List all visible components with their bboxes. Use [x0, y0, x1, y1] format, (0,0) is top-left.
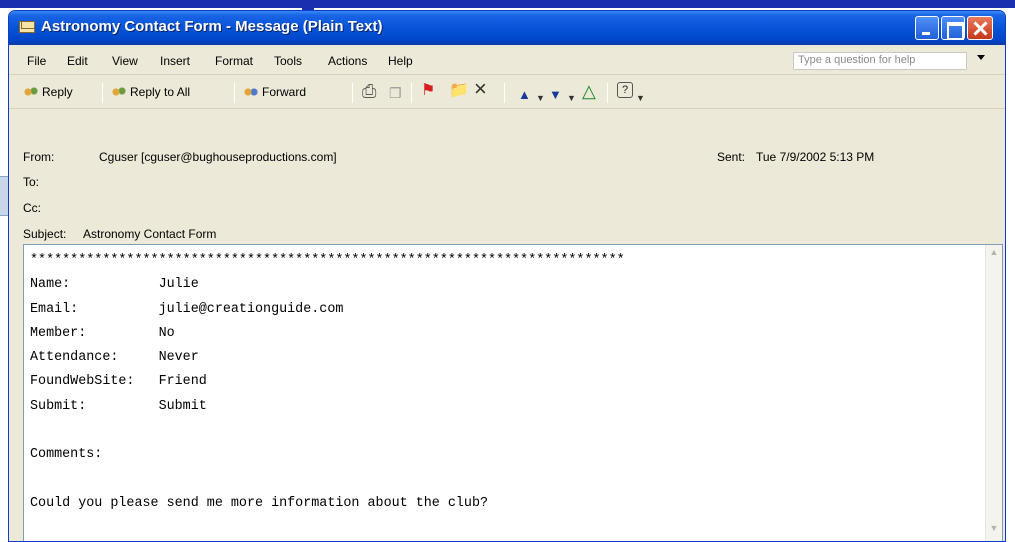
- reply-all-icon: [111, 85, 127, 99]
- ask-question-input[interactable]: Type a question for help: [793, 52, 967, 70]
- toolbar-separator: [352, 83, 353, 103]
- chevron-down-icon[interactable]: ▼: [536, 88, 545, 108]
- forward-button[interactable]: Forward: [243, 85, 306, 99]
- next-item-icon[interactable]: ▼: [549, 85, 562, 105]
- toolbar-separator: [607, 83, 608, 103]
- menu-view[interactable]: View: [112, 54, 138, 68]
- reply-button[interactable]: Reply: [23, 85, 73, 99]
- message-body-text: ****************************************…: [30, 253, 625, 511]
- message-body[interactable]: ****************************************…: [23, 244, 1003, 541]
- menu-tools[interactable]: Tools: [274, 54, 302, 68]
- chevron-down-icon[interactable]: [977, 55, 985, 60]
- chevron-down-icon[interactable]: ▼: [636, 88, 645, 108]
- background-bar: [0, 0, 1015, 8]
- scroll-up-icon[interactable]: ▲: [988, 247, 1000, 261]
- menu-actions[interactable]: Actions: [328, 54, 367, 68]
- previous-item-icon[interactable]: ▲: [518, 85, 531, 105]
- toolbar-separator: [411, 83, 412, 103]
- toolbar-separator: [234, 83, 235, 103]
- move-to-folder-icon[interactable]: 📁: [449, 81, 469, 101]
- flag-icon[interactable]: ⚑: [421, 81, 435, 101]
- reply-icon: [23, 85, 39, 99]
- to-label: To:: [23, 175, 40, 189]
- close-button[interactable]: [967, 16, 993, 40]
- print-icon[interactable]: ⎙: [362, 81, 376, 101]
- scroll-down-icon[interactable]: ▼: [988, 523, 1000, 537]
- delete-icon[interactable]: ×: [474, 78, 487, 100]
- menu-help[interactable]: Help: [388, 54, 413, 68]
- vertical-scrollbar[interactable]: ▲ ▼: [985, 245, 1002, 541]
- menu-edit[interactable]: Edit: [67, 54, 88, 68]
- toolbar-separator: [504, 83, 505, 103]
- address-book-icon[interactable]: △: [582, 81, 596, 101]
- forward-label: Forward: [262, 85, 307, 99]
- forward-icon: [243, 85, 259, 99]
- reply-label: Reply: [42, 85, 73, 99]
- menu-file[interactable]: File: [27, 54, 46, 68]
- maximize-button[interactable]: [941, 16, 965, 40]
- help-icon[interactable]: ?: [617, 82, 633, 98]
- sent-label: Sent:: [717, 150, 746, 164]
- minimize-button[interactable]: [915, 16, 939, 40]
- reply-all-button[interactable]: Reply to All: [111, 85, 190, 99]
- title-bar[interactable]: Astronomy Contact Form - Message (Plain …: [9, 11, 1005, 45]
- toolbar: Reply Reply to All Forward ⎙ ❐ ⚑ 📁 × ▲ ▼…: [9, 75, 1005, 109]
- toolbar-separator: [102, 83, 103, 103]
- menu-insert[interactable]: Insert: [160, 54, 190, 68]
- chevron-down-icon[interactable]: ▼: [567, 88, 576, 108]
- from-value[interactable]: Cguser [cguser@bughouseproductions.com]: [99, 150, 337, 164]
- message-window: Astronomy Contact Form - Message (Plain …: [8, 10, 1006, 542]
- subject-value: Astronomy Contact Form: [83, 227, 217, 241]
- cc-label: Cc:: [23, 201, 41, 215]
- sent-value: Tue 7/9/2002 5:13 PM: [756, 150, 875, 164]
- reply-all-label: Reply to All: [130, 85, 191, 99]
- from-label: From:: [23, 150, 55, 164]
- menu-format[interactable]: Format: [215, 54, 253, 68]
- window-title: Astronomy Contact Form - Message (Plain …: [41, 18, 383, 35]
- menu-bar: File Edit View Insert Format Tools Actio…: [9, 45, 1005, 75]
- envelope-icon: [19, 21, 35, 33]
- message-header: From: Cguser [cguser@bughouseproductions…: [9, 109, 1005, 245]
- subject-label: Subject:: [23, 227, 67, 241]
- copy-icon[interactable]: ❐: [389, 83, 402, 103]
